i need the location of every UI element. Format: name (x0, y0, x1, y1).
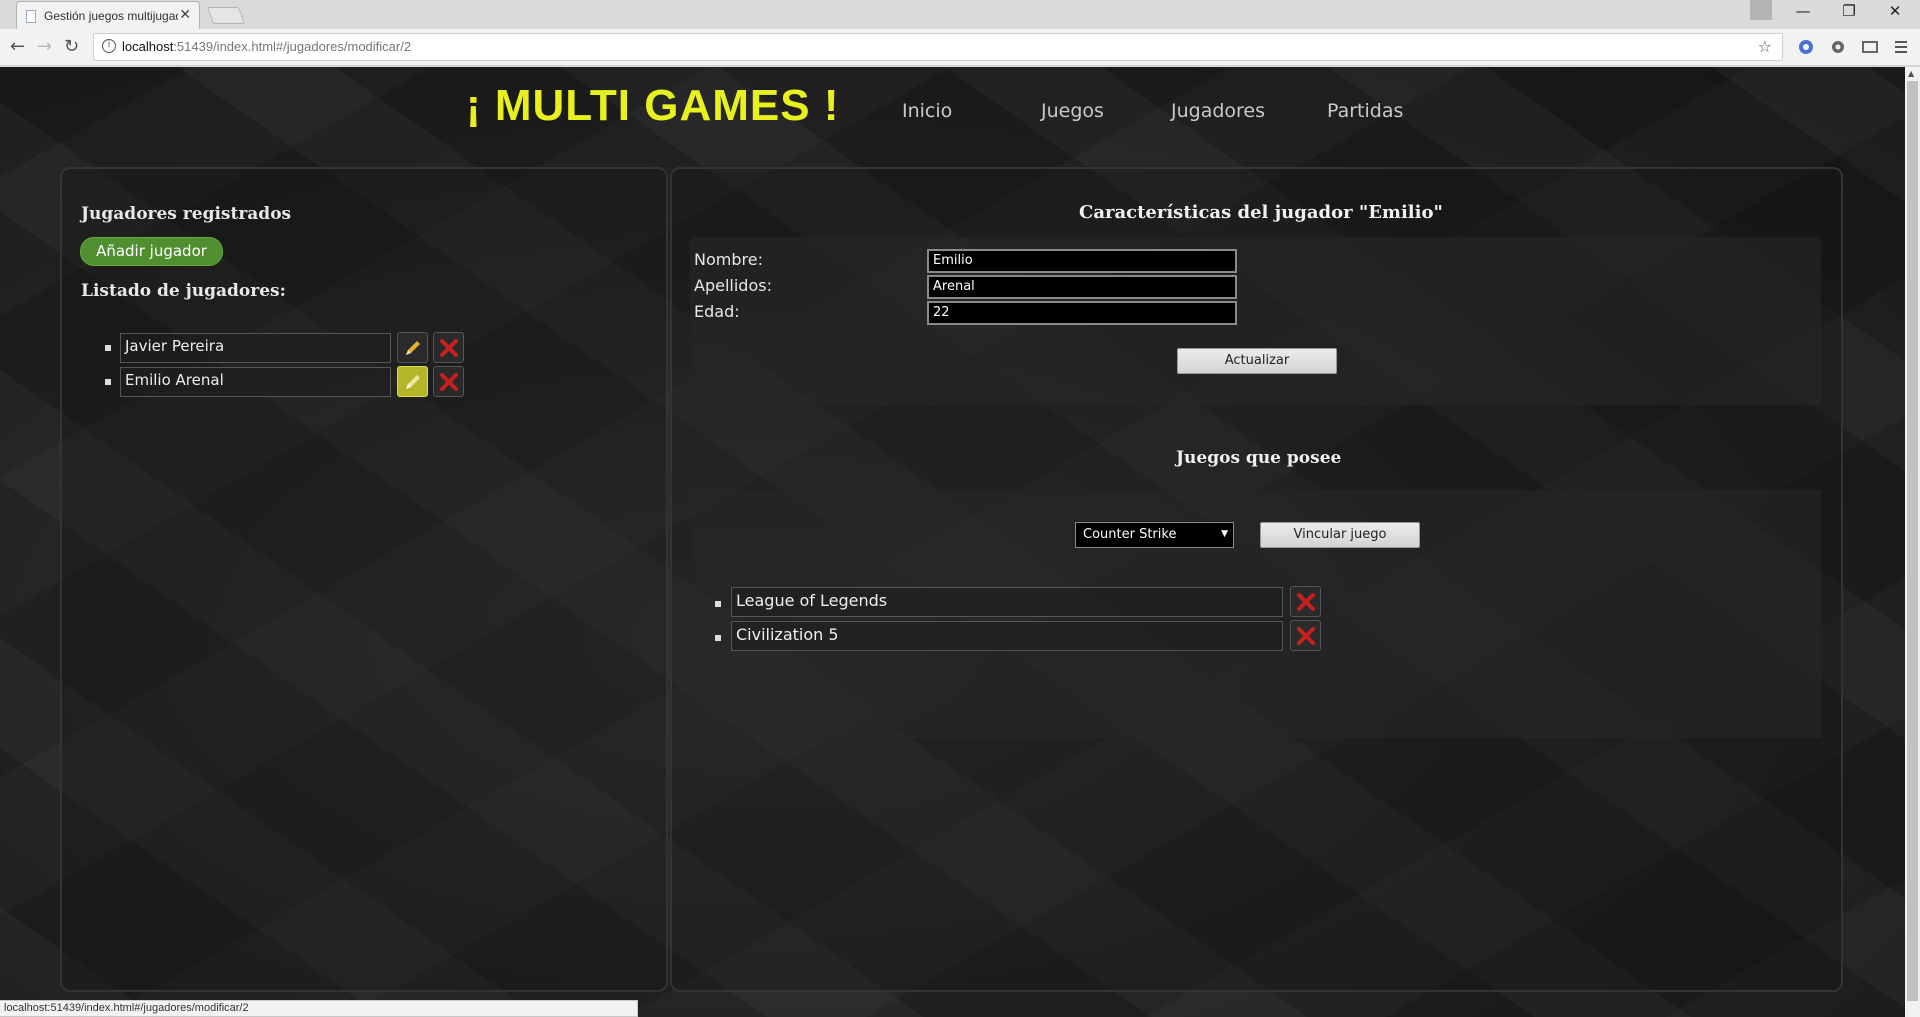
minimize-icon[interactable]: — (1780, 2, 1826, 20)
bookmark-star-icon[interactable]: ☆ (1758, 37, 1772, 56)
delete-x-icon (1297, 593, 1315, 611)
players-list-heading: Listado de jugadores: (81, 281, 286, 301)
browser-tab[interactable]: Gestión juegos multijugador ✕ (16, 1, 200, 29)
game-select-value: Counter Strike (1083, 527, 1177, 542)
player-form-block (690, 237, 1821, 405)
scroll-up-icon[interactable]: ▲ (1908, 69, 1914, 78)
game-select[interactable]: Counter Strike ▼ (1075, 522, 1234, 548)
delete-x-icon (440, 373, 458, 391)
page-scrollbar[interactable]: ▲ (1905, 67, 1920, 1017)
forward-icon[interactable]: → (37, 36, 52, 57)
edit-player-button[interactable] (397, 332, 428, 363)
nav-jugadores[interactable]: Jugadores (1171, 100, 1265, 122)
nav-inicio[interactable]: Inicio (902, 100, 952, 122)
edit-player-button[interactable] (397, 366, 428, 397)
list-bullet (105, 379, 111, 385)
player-detail-title: Características del jugador "Emilio" (1079, 202, 1443, 223)
owned-game-field[interactable]: Civilization 5 (731, 621, 1283, 651)
close-tab-icon[interactable]: ✕ (179, 7, 191, 23)
status-bar: localhost:51439/index.html#/jugadores/mo… (0, 1000, 638, 1017)
delete-player-button[interactable] (433, 332, 464, 363)
players-heading: Jugadores registrados (81, 204, 292, 224)
nombre-field[interactable]: Emilio (927, 249, 1237, 273)
nav-partidas[interactable]: Partidas (1327, 100, 1403, 122)
edad-field[interactable]: 22 (927, 301, 1237, 325)
nav-juegos[interactable]: Juegos (1041, 100, 1104, 122)
list-bullet (715, 635, 721, 641)
player-name-field[interactable]: Javier Pereira (120, 333, 391, 363)
owned-games-heading: Juegos que posee (1176, 448, 1342, 468)
apellidos-field[interactable]: Arenal (927, 275, 1237, 299)
url-text: localhost:51439/index.html#/jugadores/mo… (122, 39, 412, 54)
nombre-label: Nombre: (694, 250, 763, 269)
scroll-thumb[interactable] (1907, 81, 1918, 1001)
remove-game-button[interactable] (1290, 586, 1321, 617)
profile-icon[interactable] (1750, 0, 1772, 20)
pencil-icon (406, 375, 420, 389)
extension-icon[interactable] (1797, 38, 1815, 56)
restore-icon[interactable]: ❐ (1826, 2, 1872, 20)
page-icon (26, 10, 36, 23)
edad-label: Edad: (694, 302, 740, 321)
delete-x-icon (440, 339, 458, 357)
list-bullet (715, 601, 721, 607)
page-background: ¡ MULTI GAMES ! Inicio Juegos Jugadores … (0, 67, 1905, 1017)
cast-icon[interactable] (1861, 38, 1879, 56)
delete-player-button[interactable] (433, 366, 464, 397)
back-icon[interactable]: ← (10, 36, 25, 57)
address-bar[interactable]: i localhost:51439/index.html#/jugadores/… (93, 33, 1783, 61)
pencil-icon (406, 341, 420, 355)
menu-icon[interactable] (1892, 38, 1910, 56)
tab-title: Gestión juegos multijugador (44, 9, 178, 23)
site-logo[interactable]: ¡ MULTI GAMES ! (466, 81, 839, 131)
add-player-button[interactable]: Añadir jugador (80, 237, 223, 266)
owned-game-field[interactable]: League of Legends (731, 587, 1283, 617)
gear-extension-icon[interactable] (1829, 38, 1847, 56)
chevron-down-icon: ▼ (1221, 529, 1228, 539)
close-window-icon[interactable]: ✕ (1872, 2, 1918, 20)
link-game-button[interactable]: Vincular juego (1260, 522, 1420, 548)
new-tab-button[interactable] (206, 7, 246, 24)
browser-toolbar: ← → ↻ i localhost:51439/index.html#/juga… (0, 29, 1920, 66)
reload-icon[interactable]: ↻ (64, 36, 79, 57)
list-bullet (105, 345, 111, 351)
delete-x-icon (1297, 627, 1315, 645)
browser-tab-strip: Gestión juegos multijugador ✕ — ❐ ✕ (0, 0, 1920, 29)
apellidos-label: Apellidos: (694, 276, 772, 295)
update-button[interactable]: Actualizar (1177, 348, 1337, 374)
info-icon[interactable]: i (102, 39, 116, 53)
player-name-field[interactable]: Emilio Arenal (120, 367, 391, 397)
remove-game-button[interactable] (1290, 620, 1321, 651)
